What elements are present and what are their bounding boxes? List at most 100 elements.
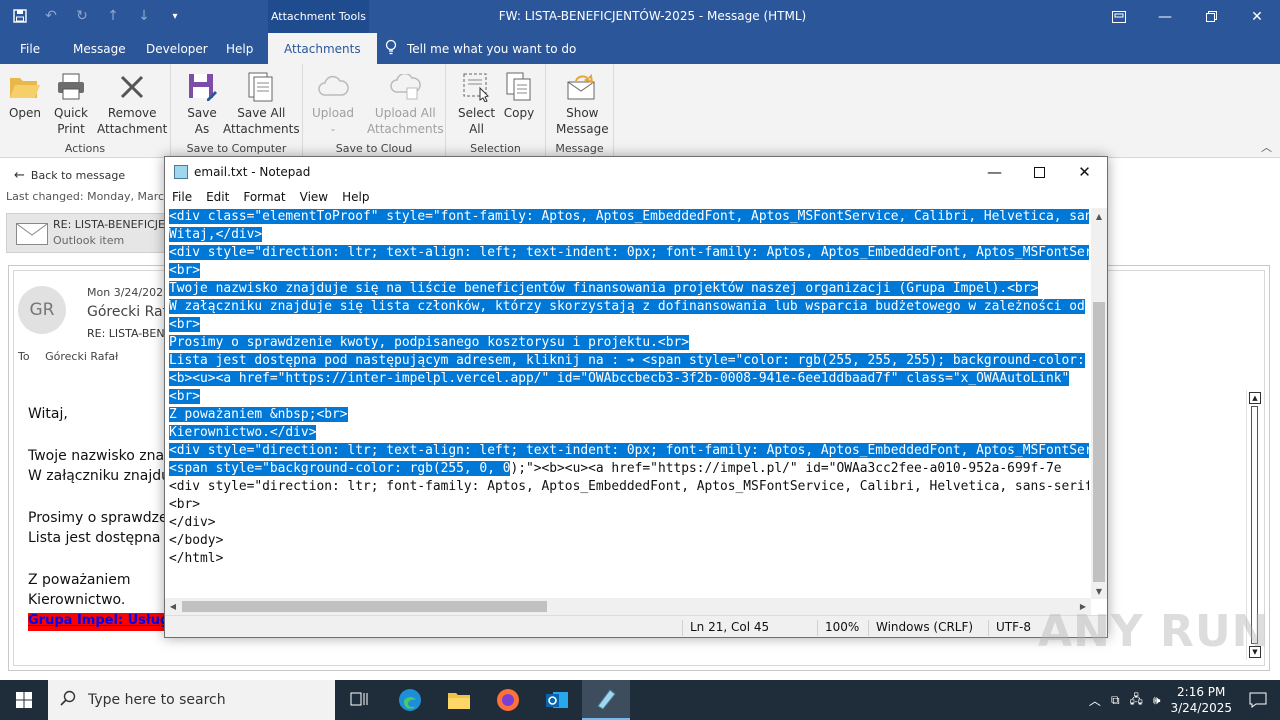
notepad-line: Prosimy o sprawdzenie kwoty, podpisanego… bbox=[169, 334, 1089, 352]
notepad-line: <div class="elementToProof" style="font-… bbox=[169, 208, 1089, 226]
tab-message[interactable]: Message bbox=[69, 33, 130, 64]
envelope-icon bbox=[16, 223, 48, 245]
notepad-line-text: Lista jest dostępna pod następującym adr… bbox=[169, 353, 1085, 368]
ribbon-tabs: File Message Developer Help Attachments … bbox=[0, 33, 1280, 64]
restore-icon[interactable] bbox=[1188, 0, 1234, 33]
body-line-3: Prosimy o sprawdze bbox=[28, 510, 168, 526]
remove-label-2: Attachment bbox=[97, 122, 168, 136]
outlook-icon[interactable] bbox=[533, 680, 581, 720]
menu-file[interactable]: File bbox=[165, 187, 199, 207]
back-to-message-link[interactable]: ← Back to message bbox=[14, 168, 125, 183]
quick-print-button[interactable]: Quick Print bbox=[54, 70, 88, 137]
cloud-upload-all-icon bbox=[388, 70, 422, 104]
notepad-line-text: Z poważaniem &nbsp;<br> bbox=[169, 407, 348, 422]
taskbar-search-box[interactable]: Type here to search bbox=[48, 680, 335, 720]
notepad-text-area[interactable]: <div class="elementToProof" style="font-… bbox=[169, 208, 1089, 582]
attachment-card[interactable]: RE: LISTA-BENEFICJEN Outlook item bbox=[6, 213, 181, 253]
volume-icon[interactable]: 🕪 bbox=[1153, 693, 1161, 708]
notepad-taskbar-icon[interactable] bbox=[582, 680, 630, 720]
notepad-line: </div> bbox=[169, 514, 1089, 532]
upload-button[interactable]: Upload ⌄ bbox=[312, 70, 354, 137]
select-all-icon bbox=[460, 70, 494, 104]
notepad-line-text: </div> bbox=[169, 515, 216, 530]
open-button[interactable]: Open bbox=[8, 70, 42, 121]
search-placeholder: Type here to search bbox=[88, 692, 226, 708]
notepad-close-icon[interactable]: ✕ bbox=[1062, 157, 1107, 187]
np-horizontal-thumb[interactable] bbox=[182, 601, 547, 612]
upload-dropdown-icon: ⌄ bbox=[329, 124, 337, 133]
notepad-line: W załączniku znajduje się lista członków… bbox=[169, 298, 1089, 316]
show-message-button[interactable]: Show Message bbox=[556, 70, 609, 137]
upload-all-label-2: Attachments bbox=[367, 122, 444, 136]
np-vertical-thumb[interactable] bbox=[1093, 302, 1105, 582]
task-view-icon[interactable] bbox=[336, 680, 384, 720]
remove-attachment-button[interactable]: Remove Attachment bbox=[97, 70, 167, 137]
scroll-up-icon[interactable]: ▲ bbox=[1249, 392, 1261, 404]
quick-print-label-2: Print bbox=[57, 122, 85, 136]
body-line-1: Twoje nazwisko zna bbox=[28, 448, 165, 464]
notepad-line: <div style="direction: ltr; font-family:… bbox=[169, 478, 1089, 496]
window-title: FW: LISTA-BENEFICJENTÓW-2025 - Message (… bbox=[498, 9, 807, 23]
remove-x-icon bbox=[115, 70, 149, 104]
edge-browser-icon[interactable] bbox=[386, 680, 434, 720]
copy-label: Copy bbox=[503, 106, 535, 120]
select-all-button[interactable]: Select All bbox=[458, 70, 495, 137]
notepad-window-controls: — ✕ bbox=[972, 157, 1107, 187]
notepad-line-text: <div style="direction: ltr; text-align: … bbox=[169, 245, 1089, 260]
folder-open-icon bbox=[8, 70, 42, 104]
save-as-label-1: Save bbox=[187, 106, 217, 120]
notepad-maximize-icon[interactable] bbox=[1017, 157, 1062, 187]
tell-me-box[interactable]: Tell me what you want to do bbox=[385, 33, 576, 64]
show-hidden-icons-icon[interactable]: ︿ bbox=[1089, 692, 1101, 709]
collapse-ribbon-icon[interactable]: ︿ bbox=[1261, 139, 1272, 155]
firefox-icon[interactable] bbox=[484, 680, 532, 720]
np-scroll-left-icon[interactable]: ◀ bbox=[165, 598, 181, 615]
cloud-upload-icon bbox=[316, 70, 350, 104]
menu-help[interactable]: Help bbox=[335, 187, 376, 207]
save-all-attachments-button[interactable]: Save All Attachments bbox=[223, 70, 300, 137]
np-scroll-down-icon[interactable]: ▼ bbox=[1091, 583, 1107, 599]
last-changed-text: Last changed: Monday, March bbox=[6, 190, 172, 203]
tab-attachments[interactable]: Attachments bbox=[268, 33, 377, 64]
notepad-line-text: W załączniku znajduje się lista członków… bbox=[169, 299, 1085, 314]
body-closing-2: Kierownictwo. bbox=[28, 592, 126, 608]
notepad-title: email.txt - Notepad bbox=[194, 165, 311, 179]
ribbon-group-save-to-computer: Save As Save All Attachments Save to Com… bbox=[171, 64, 303, 158]
upload-all-attachments-button[interactable]: Upload All Attachments bbox=[367, 70, 444, 137]
body-red-link[interactable]: Grupa Impel: Usług bbox=[28, 613, 164, 631]
menu-view[interactable]: View bbox=[293, 187, 335, 207]
copy-button[interactable]: Copy bbox=[502, 70, 536, 121]
notepad-line: Witaj,</div> bbox=[169, 226, 1089, 244]
actions-group-label: Actions bbox=[64, 142, 106, 155]
start-button[interactable] bbox=[0, 680, 48, 720]
windows-logo-icon bbox=[16, 692, 32, 708]
notepad-minimize-icon[interactable]: — bbox=[972, 157, 1017, 187]
body-line-4: Lista jest dostępna p bbox=[28, 530, 174, 546]
taskbar-clock[interactable]: 2:16 PM 3/24/2025 bbox=[1170, 684, 1232, 716]
menu-format[interactable]: Format bbox=[236, 187, 292, 207]
minimize-icon[interactable]: — bbox=[1142, 0, 1188, 33]
tab-help[interactable]: Help bbox=[222, 33, 257, 64]
np-scroll-up-icon[interactable]: ▲ bbox=[1091, 208, 1107, 224]
notepad-line-text: Kierownictwo.</div> bbox=[169, 425, 317, 440]
lightbulb-icon bbox=[385, 39, 397, 58]
network-icon[interactable]: 🖧 bbox=[1130, 690, 1143, 711]
to-recipient[interactable]: Górecki Rafał bbox=[45, 350, 118, 363]
notepad-line: Lista jest dostępna pod następującym adr… bbox=[169, 352, 1089, 370]
ribbon-display-options-icon[interactable] bbox=[1096, 0, 1142, 33]
notepad-line: <br> bbox=[169, 316, 1089, 334]
clock-time: 2:16 PM bbox=[1177, 685, 1226, 699]
notepad-horizontal-scrollbar[interactable]: ◀ ▶ bbox=[165, 598, 1091, 615]
notepad-line-text: Prosimy o sprawdzenie kwoty, podpisanego… bbox=[169, 335, 689, 350]
file-explorer-icon[interactable] bbox=[435, 680, 483, 720]
ribbon-group-save-to-cloud: Upload ⌄ Upload All Attachments Save to … bbox=[303, 64, 446, 158]
close-icon[interactable]: ✕ bbox=[1234, 0, 1280, 33]
menu-edit[interactable]: Edit bbox=[199, 187, 236, 207]
tab-file[interactable]: File bbox=[16, 33, 44, 64]
notifications-icon[interactable] bbox=[1236, 680, 1280, 720]
device-icon[interactable]: ⧉ bbox=[1111, 693, 1120, 708]
save-as-button[interactable]: Save As bbox=[185, 70, 219, 137]
remove-label-1: Remove bbox=[107, 106, 157, 120]
tab-developer[interactable]: Developer bbox=[142, 33, 212, 64]
notepad-vertical-scrollbar[interactable]: ▲ ▼ bbox=[1091, 208, 1107, 599]
